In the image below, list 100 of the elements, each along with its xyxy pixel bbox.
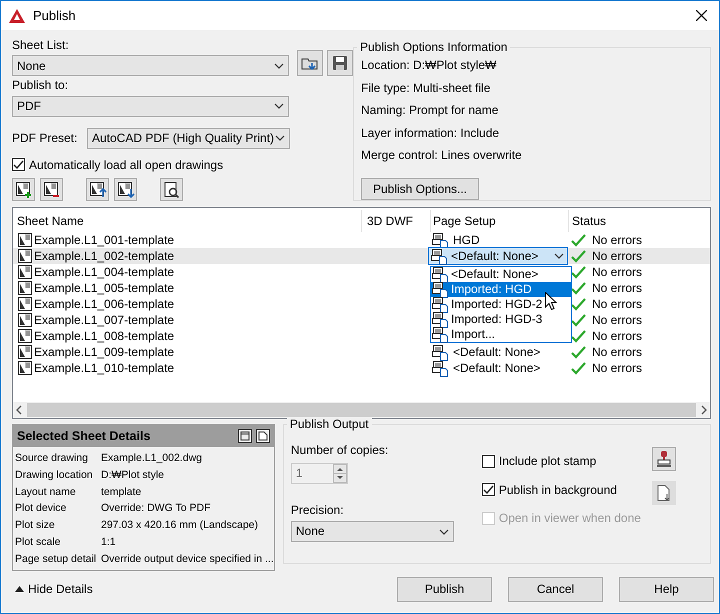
sheet-name[interactable]: Example.L1_008-template	[34, 328, 174, 344]
detail-label: Layout name	[15, 486, 77, 498]
sheet-icon	[17, 360, 33, 376]
page-icon[interactable]	[256, 429, 270, 443]
sheet-name[interactable]: Example.L1_001-template	[34, 232, 174, 248]
sheet-icon	[17, 344, 33, 360]
detail-label: Plot size	[15, 519, 56, 532]
sheet-name[interactable]: Example.L1_010-template	[34, 360, 174, 376]
sheet-name[interactable]: Example.L1_005-template	[34, 280, 174, 296]
close-icon[interactable]	[696, 10, 706, 21]
group-title: Publish Output	[286, 417, 372, 432]
page-setup-dropdown[interactable]: <Default: None>	[428, 247, 568, 265]
status-text: No errors	[592, 344, 642, 360]
dropdown-option[interactable]: <Default: None>	[431, 267, 571, 282]
checkbox[interactable]	[482, 483, 495, 496]
field-label: Publish to:	[12, 78, 70, 93]
chevron-down-icon	[274, 102, 284, 110]
hide-details-toggle[interactable]: Hide Details	[15, 582, 93, 596]
chevron-down-icon	[554, 252, 564, 260]
status-text: No errors	[592, 232, 642, 248]
checkbox-label: Automatically load all open drawings	[29, 158, 224, 172]
chevron-down-icon	[274, 62, 284, 70]
sheet-icon	[17, 264, 33, 280]
check-icon	[571, 248, 587, 263]
column-header[interactable]: 3D DWF	[361, 210, 430, 232]
page-setup-icon	[432, 344, 448, 360]
document-arrow-icon	[656, 484, 672, 502]
sheet-icon	[17, 280, 33, 296]
column-header[interactable]: Sheet Name	[13, 214, 361, 228]
column-header[interactable]: Page Setup	[430, 210, 568, 232]
info-text: Location: D:₩Plot style₩	[360, 57, 498, 73]
sheet-icon	[17, 232, 33, 248]
pdf-preset-dropdown[interactable]: AutoCAD PDF (High Quality Print)	[87, 128, 290, 149]
info-text: File type: Multi-sheet file	[360, 80, 492, 96]
checkbox-label: Open in viewer when done	[498, 511, 641, 526]
sheet-name[interactable]: Example.L1_006-template	[34, 296, 174, 312]
sheet-name[interactable]: Example.L1_002-template	[34, 248, 174, 264]
remove-sheets-button[interactable]	[40, 178, 63, 201]
detail-value: Example.L1_002.dwg	[101, 452, 202, 465]
sheet-name[interactable]: Example.L1_009-template	[34, 344, 174, 360]
app-logo-icon	[9, 8, 25, 22]
sheet-name[interactable]: Example.L1_007-template	[34, 312, 174, 328]
field-label: PDF Preset:	[12, 130, 78, 146]
load-button[interactable]	[297, 50, 323, 76]
checkbox-label: Publish in background	[498, 482, 617, 498]
detail-value: 1:1	[101, 536, 116, 549]
preview-button[interactable]	[160, 178, 183, 201]
move-up-button[interactable]	[86, 178, 109, 201]
detail-value: Override output device specified in ...	[101, 552, 274, 566]
precision-dropdown[interactable]: None	[290, 521, 454, 542]
sheet-list-dropdown[interactable]: None	[12, 55, 289, 76]
window-title: Publish	[33, 8, 76, 24]
check-icon	[571, 312, 587, 327]
copies-value: 1	[294, 465, 304, 482]
info-text: Naming: Prompt for name	[360, 102, 500, 118]
dropdown-option[interactable]: Import...	[431, 327, 571, 342]
scrollbar-thumb[interactable]	[27, 403, 696, 417]
sheet-icon	[17, 328, 33, 344]
checkbox[interactable]	[482, 455, 495, 468]
status-text: No errors	[592, 312, 642, 328]
publish-to-dropdown[interactable]: PDF	[12, 96, 289, 117]
info-text: Merge control: Lines overwrite	[360, 146, 523, 162]
publish-options-button[interactable]: Publish Options...	[361, 178, 479, 200]
dropdown-option[interactable]: Imported: HGD	[431, 282, 571, 297]
window-icon[interactable]	[238, 429, 252, 443]
sheet-icon	[17, 312, 33, 328]
page-setup-icon	[432, 360, 448, 376]
sheet-icon	[17, 248, 33, 264]
field-label: Number of copies:	[290, 443, 390, 458]
sheet-plus-icon	[14, 180, 32, 198]
copies-field[interactable]: 1	[290, 462, 348, 484]
add-sheets-button[interactable]	[12, 178, 35, 201]
status-text: No errors	[592, 328, 642, 344]
check-icon	[571, 360, 587, 375]
page-setup-text: <Default: None>	[453, 360, 540, 376]
checkbox[interactable]	[12, 158, 25, 172]
page-setup-text: HGD	[453, 232, 480, 248]
page-setup-text: <Default: None>	[453, 344, 540, 360]
plot-stamp-button[interactable]	[652, 447, 676, 472]
checkbox-label: Include plot stamp	[498, 454, 596, 469]
dialog-button[interactable]: Publish	[397, 576, 492, 602]
sheet-icon	[17, 296, 33, 312]
detail-label: Source drawing	[15, 452, 89, 465]
detail-label: Plot scale	[15, 536, 62, 549]
field-label: Sheet List:	[12, 38, 70, 52]
detail-value: D:₩Plot style	[101, 468, 164, 482]
check-icon	[571, 232, 587, 247]
check-icon	[571, 264, 587, 279]
panel-title: Selected Sheet Details	[17, 428, 152, 444]
column-header[interactable]: Status	[568, 210, 710, 232]
dropdown-option[interactable]: Imported: HGD-3	[431, 312, 571, 327]
move-down-button[interactable]	[114, 178, 137, 201]
dialog-button[interactable]: Help	[619, 576, 714, 602]
plot-stamp-settings-button[interactable]	[652, 481, 676, 506]
sheet-name[interactable]: Example.L1_004-template	[34, 264, 174, 280]
dialog-button[interactable]: Cancel	[508, 576, 603, 602]
detail-value: 297.03 x 420.16 mm (Landscape)	[101, 519, 258, 532]
dropdown-option[interactable]: Imported: HGD-2	[431, 297, 571, 312]
chevron-down-icon	[275, 134, 285, 142]
save-button[interactable]	[327, 50, 353, 76]
